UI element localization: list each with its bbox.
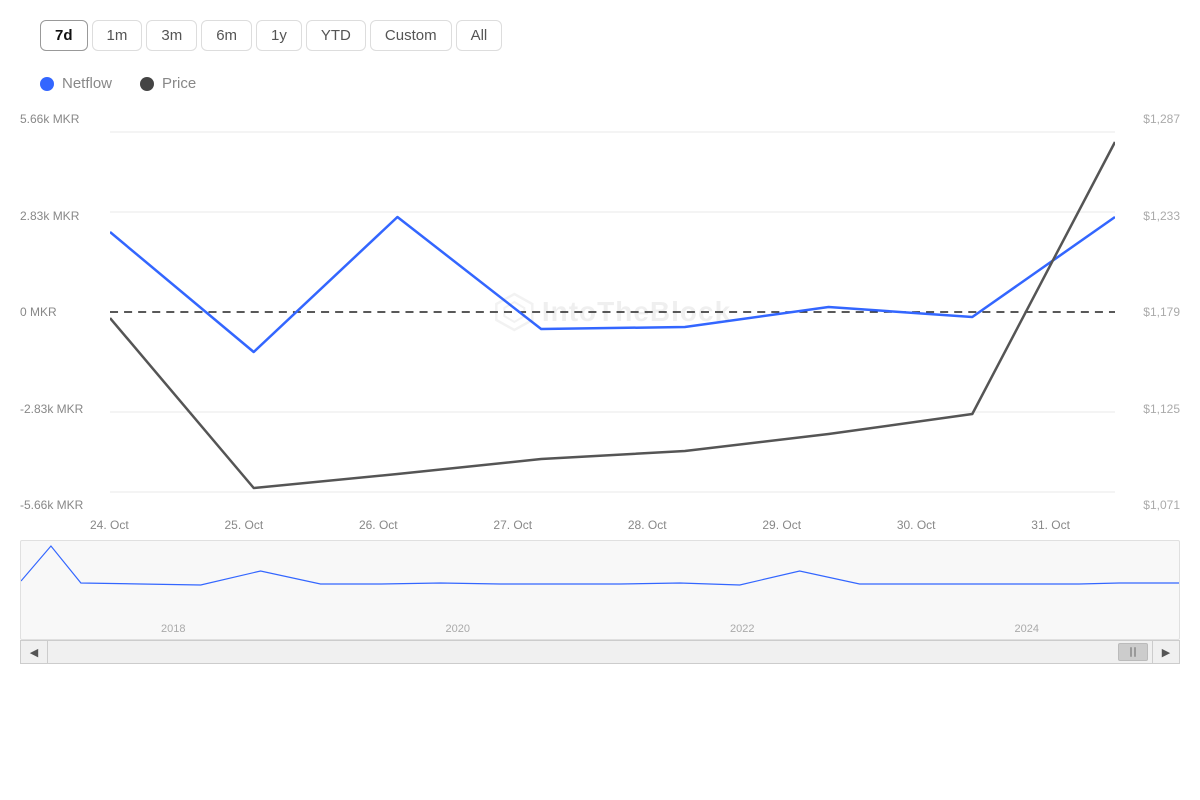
y-left-label-1: 2.83k MKR [20, 209, 110, 223]
x-label-6: 30. Oct [897, 518, 936, 532]
legend-dot-netflow [40, 77, 54, 91]
time-btn-1m[interactable]: 1m [92, 20, 143, 51]
y-right-label-4: $1,071 [1115, 498, 1180, 512]
time-btn-6m[interactable]: 6m [201, 20, 252, 51]
x-label-3: 27. Oct [493, 518, 532, 532]
time-range-selector: 7d1m3m6m1yYTDCustomAll [0, 20, 1200, 67]
scroll-thumb-line-1 [1130, 647, 1132, 657]
mini-year-2024: 2024 [1015, 623, 1039, 635]
mini-chart-container: 2018 2020 2022 2024 [20, 540, 1180, 640]
y-right-label-3: $1,125 [1115, 402, 1180, 416]
y-left-label-3: -2.83k MKR [20, 402, 110, 416]
mini-chart-svg [21, 541, 1179, 621]
mini-chart-section: 2018 2020 2022 2024 ◀ ▶ [0, 540, 1200, 664]
x-label-1: 25. Oct [224, 518, 263, 532]
time-btn-custom[interactable]: Custom [370, 20, 452, 51]
y-left-label-0: 5.66k MKR [20, 112, 110, 126]
x-label-5: 29. Oct [762, 518, 801, 532]
chart-legend: Netflow Price [0, 67, 1200, 112]
legend-label-netflow: Netflow [62, 75, 112, 92]
mini-year-2020: 2020 [446, 623, 470, 635]
chart-svg-area: IntoTheBlock [110, 112, 1115, 512]
x-axis: 24. Oct 25. Oct 26. Oct 27. Oct 28. Oct 29. O… [0, 512, 1160, 532]
main-chart: 5.66k MKR 2.83k MKR 0 MKR -2.83k MKR -5.66k … [20, 112, 1180, 512]
y-axis-right: $1,287 $1,233 $1,179 $1,125 $1,071 [1115, 112, 1180, 512]
scroll-thumb-lines [1130, 647, 1136, 657]
y-right-label-1: $1,233 [1115, 209, 1180, 223]
legend-label-price: Price [162, 75, 196, 92]
scroll-thumb[interactable] [1118, 643, 1148, 661]
scroll-bar: ◀ ▶ [20, 640, 1180, 664]
x-label-4: 28. Oct [628, 518, 667, 532]
y-right-label-2: $1,179 [1115, 305, 1180, 319]
chart-wrapper: 5.66k MKR 2.83k MKR 0 MKR -2.83k MKR -5.66k … [0, 112, 1200, 532]
scroll-right-button[interactable]: ▶ [1152, 640, 1180, 664]
chart-lines [110, 112, 1115, 512]
y-axis-left: 5.66k MKR 2.83k MKR 0 MKR -2.83k MKR -5.66k … [20, 112, 110, 512]
legend-item-price: Price [140, 75, 196, 92]
scroll-thumb-line-2 [1134, 647, 1136, 657]
scroll-left-button[interactable]: ◀ [20, 640, 48, 664]
time-btn-3m[interactable]: 3m [146, 20, 197, 51]
legend-item-netflow: Netflow [40, 75, 112, 92]
y-left-label-2: 0 MKR [20, 305, 110, 319]
x-label-7: 31. Oct [1031, 518, 1070, 532]
time-btn-7d[interactable]: 7d [40, 20, 88, 51]
mini-chart-inner [21, 541, 1179, 621]
time-btn-1y[interactable]: 1y [256, 20, 302, 51]
time-btn-all[interactable]: All [456, 20, 503, 51]
x-label-2: 26. Oct [359, 518, 398, 532]
time-btn-ytd[interactable]: YTD [306, 20, 366, 51]
x-label-0: 24. Oct [90, 518, 129, 532]
main-container: 7d1m3m6m1yYTDCustomAll Netflow Price 5.6… [0, 0, 1200, 800]
legend-dot-price [140, 77, 154, 91]
mini-year-2022: 2022 [730, 623, 754, 635]
mini-year-labels: 2018 2020 2022 2024 [21, 621, 1179, 637]
mini-year-2018: 2018 [161, 623, 185, 635]
y-right-label-0: $1,287 [1115, 112, 1180, 126]
y-left-label-4: -5.66k MKR [20, 498, 110, 512]
scroll-track[interactable] [48, 640, 1152, 664]
